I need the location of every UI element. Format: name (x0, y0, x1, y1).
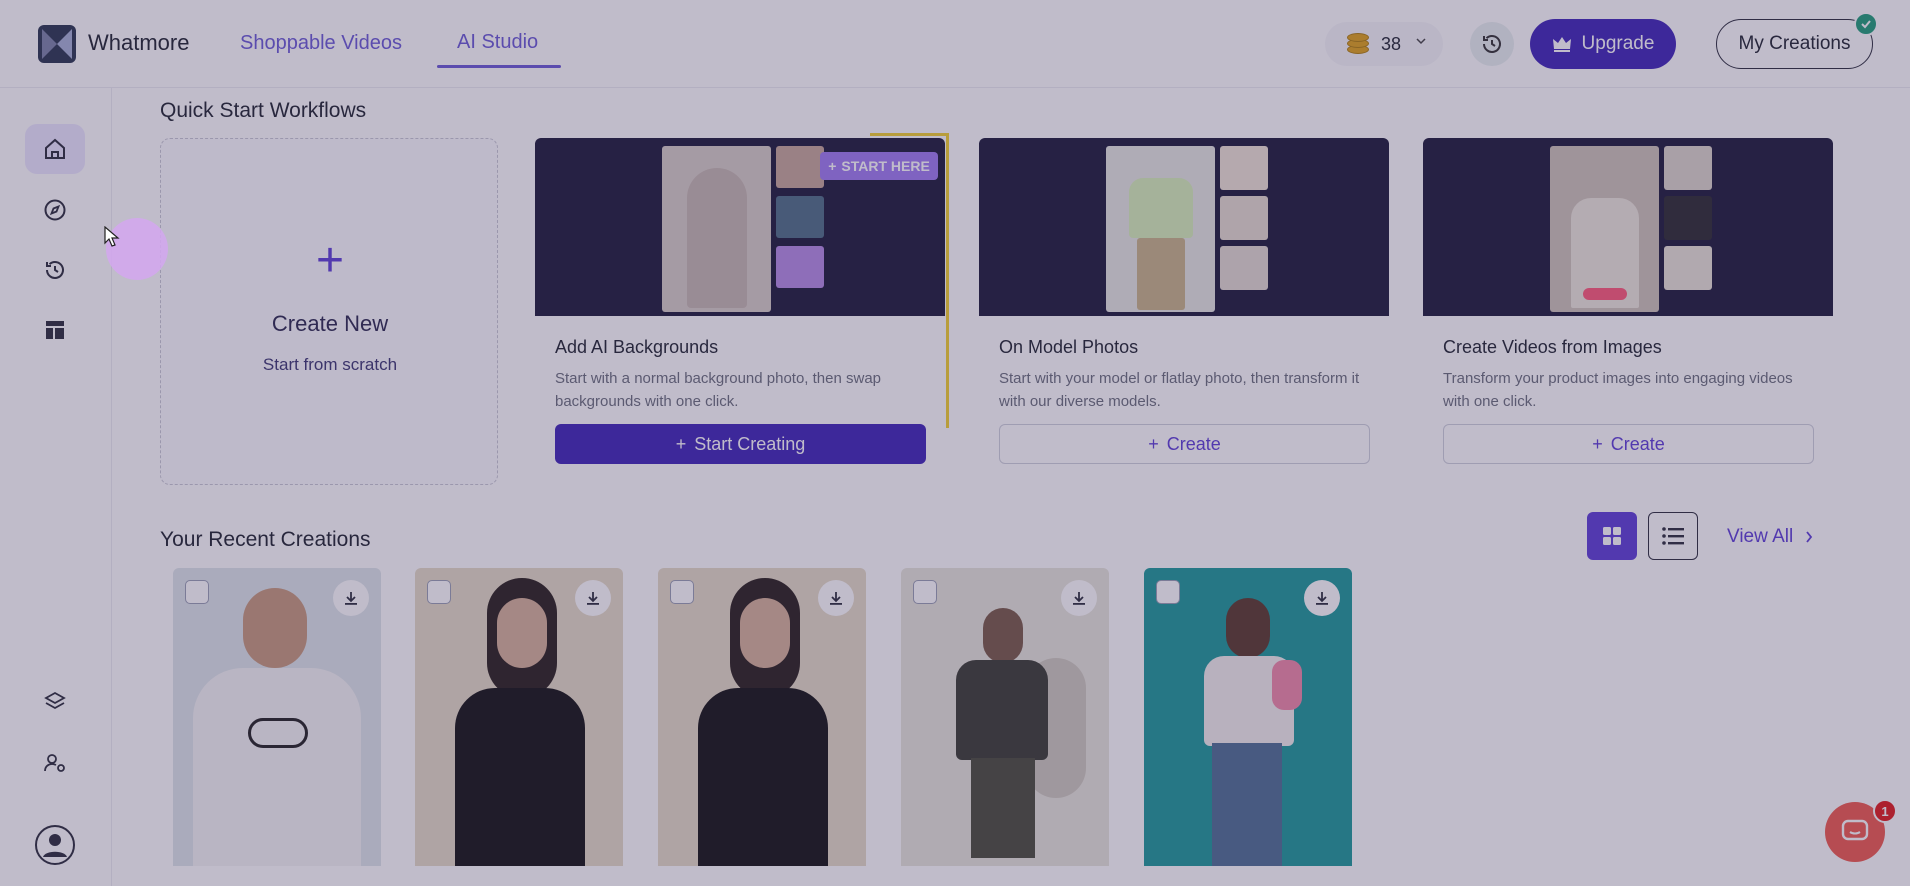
grid-view-button[interactable] (1587, 512, 1637, 560)
workflow-description: Start with your model or flatlay photo, … (999, 370, 1360, 410)
workflow-title: Add AI Backgrounds (555, 337, 719, 357)
chevron-right-icon (1806, 531, 1813, 543)
start-creating-button[interactable]: + Start Creating (555, 424, 926, 464)
workflow-thumbnail: + START HERE (535, 138, 945, 316)
sidebar-item-explore[interactable] (25, 185, 85, 235)
nav-shoppable-videos[interactable]: Shoppable Videos (240, 32, 402, 55)
mouse-cursor-icon (104, 226, 120, 247)
workflow-title: On Model Photos (999, 337, 1139, 357)
sidebar-item-templates[interactable] (25, 305, 85, 355)
creation-checkbox[interactable] (670, 580, 694, 604)
coins-icon (1347, 33, 1369, 55)
plus-icon: + (1148, 433, 1159, 454)
sidebar (0, 88, 112, 886)
create-new-title: Create New (271, 311, 389, 336)
active-nav-indicator (437, 65, 561, 68)
start-creating-label: Start Creating (694, 433, 806, 454)
workflow-thumbnail (1423, 138, 1833, 316)
download-button[interactable] (575, 580, 611, 616)
create-new-subtitle: Start from scratch (262, 355, 398, 374)
workflow-card-ai-backgrounds[interactable]: + START HERE Add AI Backgrounds Start wit… (535, 138, 945, 483)
grid-icon (1603, 527, 1621, 545)
sidebar-item-history[interactable] (25, 245, 85, 295)
workflow-description: Start with a normal background photo, th… (555, 370, 882, 410)
workflow-card-on-model[interactable]: On Model Photos Start with your model or… (979, 138, 1389, 483)
create-button[interactable]: + Create (999, 424, 1370, 464)
download-button[interactable] (333, 580, 369, 616)
sidebar-item-user-settings[interactable] (25, 738, 85, 788)
download-icon (830, 592, 842, 605)
creation-card[interactable] (901, 568, 1109, 866)
creation-card[interactable] (173, 568, 381, 866)
list-view-button[interactable] (1648, 512, 1698, 560)
compass-icon (44, 199, 66, 221)
chat-notification-badge: 1 (1873, 799, 1897, 823)
history-icon (1483, 35, 1501, 53)
user-settings-icon (44, 754, 65, 772)
chevron-down-icon (1416, 38, 1426, 45)
creation-checkbox[interactable] (913, 580, 937, 604)
avatar-icon (35, 825, 75, 865)
recent-creations-title: Your Recent Creations (160, 528, 371, 551)
start-here-badge: + START HERE (820, 152, 938, 180)
workflow-description: Transform your product images into engag… (1443, 370, 1793, 410)
sidebar-item-layers[interactable] (25, 676, 85, 726)
create-new-card[interactable]: + Create New Start from scratch (160, 138, 498, 485)
brand-name[interactable]: Whatmore (88, 30, 189, 56)
layers-icon (44, 691, 66, 710)
create-label: Create (1166, 433, 1221, 454)
bicycle-print (248, 718, 308, 748)
create-label: Create (1610, 433, 1665, 454)
credits-dropdown[interactable]: 38 (1325, 22, 1443, 66)
workflow-title: Create Videos from Images (1443, 337, 1662, 357)
upgrade-label: Upgrade (1581, 33, 1655, 54)
download-button[interactable] (1061, 580, 1097, 616)
plus-icon: + (1592, 433, 1603, 454)
quick-start-title: Quick Start Workflows (160, 99, 367, 122)
list-icon (1662, 527, 1684, 545)
download-icon (1316, 592, 1328, 605)
top-header: Whatmore Shoppable Videos AI Studio 38 U… (0, 0, 1910, 88)
download-icon (1073, 592, 1085, 605)
plus-icon: + (315, 234, 345, 287)
credit-count: 38 (1381, 34, 1402, 54)
creation-checkbox[interactable] (427, 580, 451, 604)
sidebar-item-profile[interactable] (25, 820, 85, 870)
creation-card[interactable] (415, 568, 623, 866)
workflow-thumbnail (979, 138, 1389, 316)
workflow-card-videos[interactable]: Create Videos from Images Transform your… (1423, 138, 1833, 483)
sidebar-item-home[interactable] (25, 124, 85, 174)
highlight-frame (946, 133, 949, 428)
home-icon (45, 138, 65, 159)
upgrade-button[interactable]: Upgrade (1530, 19, 1676, 69)
download-icon (345, 592, 357, 605)
nav-ai-studio[interactable]: AI Studio (457, 31, 538, 54)
whatmore-logo-icon[interactable] (38, 25, 76, 63)
creation-checkbox[interactable] (185, 580, 209, 604)
highlight-frame (870, 133, 949, 136)
crown-icon (1552, 37, 1571, 52)
view-all-link[interactable]: View All (1727, 526, 1813, 548)
download-button[interactable] (818, 580, 854, 616)
my-creations-button[interactable]: My Creations (1716, 19, 1873, 69)
history-icon (46, 261, 64, 279)
creation-card[interactable] (1144, 568, 1352, 866)
creation-card[interactable] (658, 568, 866, 866)
view-all-label: View All (1727, 526, 1794, 547)
history-button[interactable] (1470, 22, 1514, 66)
plus-icon: + (675, 433, 687, 454)
templates-icon (46, 321, 64, 339)
create-button[interactable]: + Create (1443, 424, 1814, 464)
download-icon (587, 592, 599, 605)
creation-checkbox[interactable] (1156, 580, 1180, 604)
chat-icon (1841, 819, 1869, 841)
download-button[interactable] (1304, 580, 1340, 616)
check-circle-icon (1854, 12, 1878, 36)
